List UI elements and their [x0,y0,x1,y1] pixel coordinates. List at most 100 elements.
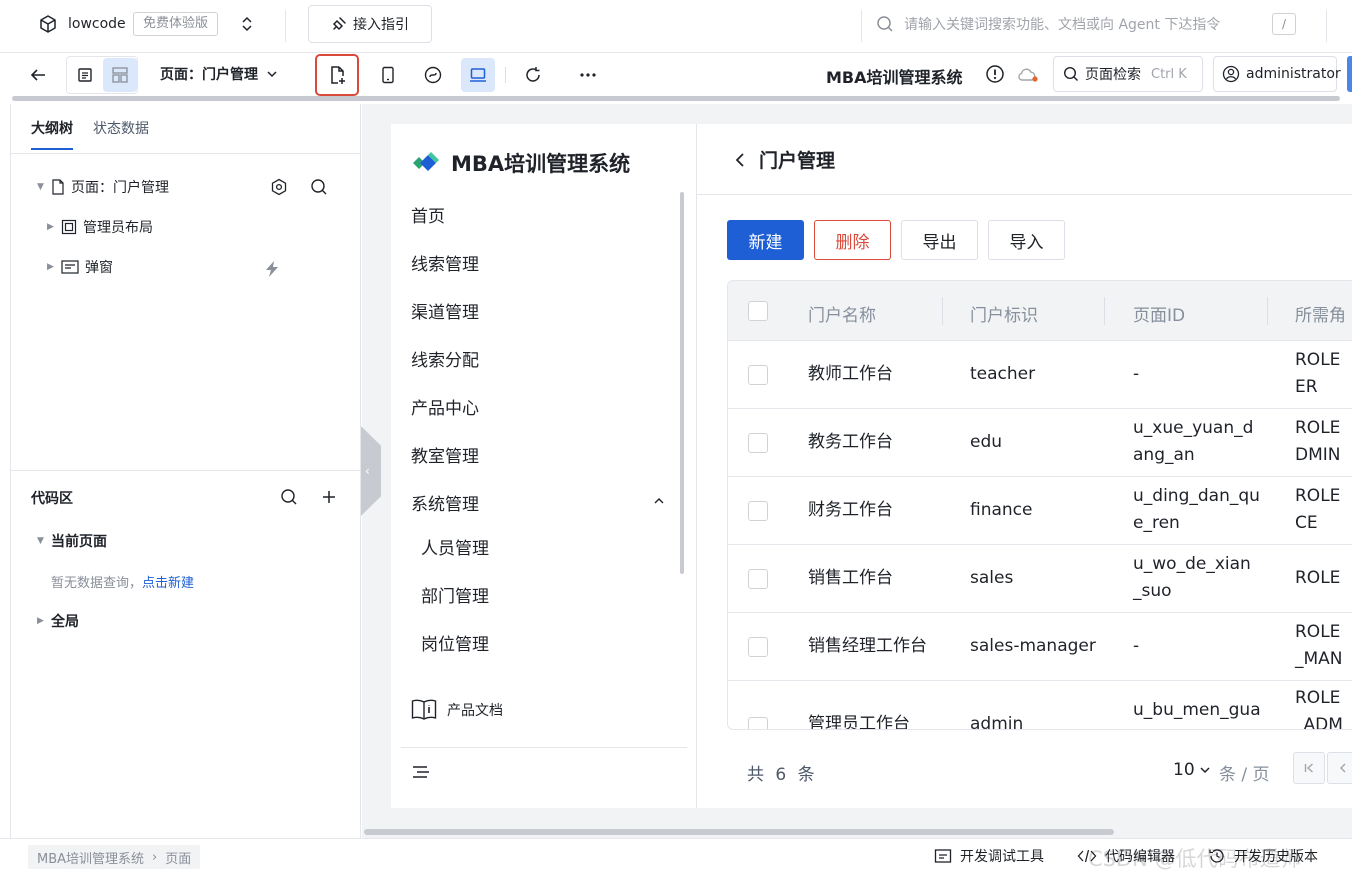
info-icon[interactable] [985,64,1005,84]
import-button[interactable]: 导入 [988,220,1065,260]
create-query-link[interactable]: 点击新建 [142,576,194,591]
nav-item-leads[interactable]: 线索管理 [411,250,479,275]
column-header[interactable]: 页面ID [1133,301,1185,326]
prev-page-icon[interactable] [1327,752,1352,784]
divider [11,153,361,154]
export-button[interactable]: 导出 [901,220,978,260]
caret-right-icon[interactable]: ▶ [47,262,55,272]
row-checkbox[interactable] [748,433,768,453]
menu-collapse-icon[interactable] [411,764,431,780]
caret-down-icon[interactable]: ▼ [37,536,45,546]
plug-icon [331,16,347,32]
refresh-icon[interactable] [516,58,550,92]
delete-button[interactable]: 删除 [814,220,891,260]
nav-item-products[interactable]: 产品中心 [411,394,479,419]
nav-item-lead-assign[interactable]: 线索分配 [411,346,479,371]
page-search-button[interactable]: 页面检索 Ctrl K [1053,56,1203,92]
search-icon [876,15,894,33]
breadcrumb-app[interactable]: MBA培训管理系统 [37,848,144,867]
row-checkbox[interactable] [748,569,768,589]
canvas-horizontal-scrollbar[interactable] [364,829,1114,835]
column-divider[interactable] [1267,297,1268,325]
add-page-button[interactable] [315,54,359,96]
layout-view-icon[interactable] [103,58,137,92]
code-global[interactable]: ▶ 全局 [37,610,79,632]
code-current-page[interactable]: ▼ 当前页面 [37,530,107,552]
tab-state-data[interactable]: 状态数据 [93,118,149,150]
row-checkbox[interactable] [748,637,768,657]
nav-item-channels[interactable]: 渠道管理 [411,298,479,323]
table-row[interactable]: 教务工作台 edu u_xue_yuan_d ang_an ROLE DMIN [728,409,1352,477]
table-row[interactable]: 销售经理工作台 sales-manager - ROLE _MAN [728,613,1352,681]
docs-link[interactable]: 产品文档 [411,698,503,722]
nav-item-classrooms[interactable]: 教室管理 [411,442,479,467]
page-size-select[interactable]: 10 [1173,760,1211,780]
pagination: 共 6 条 10 条 / 页 [727,752,1352,792]
column-header[interactable]: 门户标识 [970,301,1038,326]
column-header[interactable]: 所需角 [1295,301,1346,326]
book-icon [411,698,437,722]
table-row[interactable]: 销售工作台 sales u_wo_de_xian _suo ROLE [728,545,1352,613]
settings-hexagon-icon[interactable] [270,178,288,196]
page-title: 门户管理 [735,146,835,173]
tree-node-label: 弹窗 [85,260,113,276]
access-guide-button[interactable]: 接入指引 [308,5,432,43]
back-chevron-icon[interactable] [735,152,745,168]
tree-node-dialog[interactable]: ▶ 弹窗 [47,256,113,278]
search-icon [1063,66,1079,82]
tree-node-page[interactable]: ▼ 页面：门户管理 [37,176,169,198]
publish-button-edge[interactable] [1347,56,1352,92]
table-row[interactable]: 管理员工作台 admin u_bu_men_gua ROLE _ADM [728,681,1352,729]
new-button[interactable]: 新建 [727,220,804,260]
cell-key: finance [970,500,1033,520]
cell-role: DMIN [1295,445,1341,465]
search-icon[interactable] [280,488,298,506]
search-icon[interactable] [310,178,328,196]
column-divider[interactable] [1104,297,1105,325]
user-menu-button[interactable]: administrator [1213,56,1341,92]
select-all-checkbox[interactable] [748,301,768,321]
miniprogram-view-icon[interactable] [416,58,450,92]
global-search-input[interactable]: 请输入关键词搜索功能、文档或向 Agent 下达指令 [876,6,1306,42]
caret-down-icon[interactable]: ▼ [37,182,45,192]
plus-icon[interactable] [320,488,338,506]
document-view-icon[interactable] [68,58,102,92]
caret-right-icon[interactable]: ▶ [37,616,45,626]
dev-tools-button[interactable]: 开发调试工具 [934,846,1044,866]
cell-role: ER [1295,377,1318,397]
more-icon[interactable] [571,58,605,92]
cell-role: ROLE [1295,486,1341,506]
cloud-sync-icon[interactable] [1016,66,1040,84]
row-checkbox[interactable] [748,501,768,521]
caret-right-icon[interactable]: ▶ [47,222,55,232]
row-checkbox[interactable] [748,365,768,385]
app-name[interactable]: lowcode [68,16,126,32]
nav-item-home[interactable]: 首页 [411,202,445,227]
nav-item-system[interactable]: 系统管理 [411,490,479,515]
tree-node-admin-layout[interactable]: ▶ 管理员布局 [47,216,153,238]
tab-outline[interactable]: 大纲树 [31,118,73,150]
nav-item-staff[interactable]: 人员管理 [421,534,489,559]
chevron-up-icon[interactable] [653,496,665,506]
page-selector[interactable]: 页面：门户管理 [160,64,278,84]
page-search-shortcut: Ctrl K [1151,66,1187,82]
chevron-down-icon [1199,765,1211,775]
first-page-icon[interactable] [1293,752,1325,784]
cube-icon[interactable] [38,14,58,34]
table-row[interactable]: 财务工作台 finance u_ding_dan_qu e_ren ROLE C… [728,477,1352,545]
nav-item-departments[interactable]: 部门管理 [421,582,489,607]
table-row[interactable]: 教师工作台 teacher - ROLE ER [728,341,1352,409]
cell-name: 销售经理工作台 [808,636,927,656]
mobile-view-icon[interactable] [371,58,405,92]
column-header[interactable]: 门户名称 [808,301,876,326]
chevron-updown-icon[interactable] [240,16,254,32]
back-arrow-icon[interactable] [21,58,55,92]
status-bar: MBA培训管理系统 › 页面 开发调试工具 代码编辑器 开发历史版本 CSDN … [0,838,1352,872]
lightning-icon[interactable] [263,260,281,278]
breadcrumb-page[interactable]: 页面 [165,848,191,867]
search-placeholder: 请输入关键词搜索功能、文档或向 Agent 下达指令 [904,17,1221,33]
nav-item-positions[interactable]: 岗位管理 [421,630,489,655]
desktop-view-icon[interactable] [461,58,495,92]
column-divider[interactable] [942,297,943,325]
nav-scrollbar[interactable] [680,192,684,574]
